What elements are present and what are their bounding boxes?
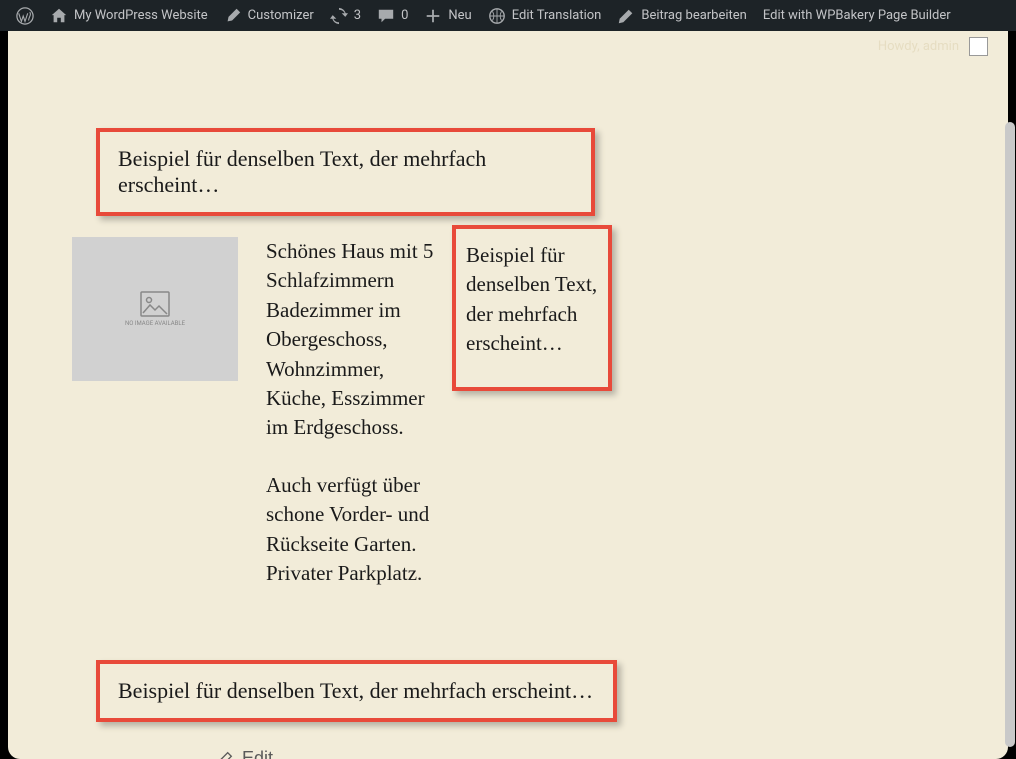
page-content: Howdy, admin Beispiel für denselben Text… (8, 31, 1008, 759)
highlight-box-right: Beispiel für denselben Text, der mehrfac… (452, 225, 612, 391)
plus-icon (424, 7, 442, 25)
customizer-label: Customizer (248, 8, 314, 23)
scrollbar[interactable] (1005, 122, 1015, 747)
edit-wpbakery-label: Edit with WPBakery Page Builder (763, 8, 951, 23)
site-name-label: My WordPress Website (74, 8, 208, 23)
pencil-icon (617, 7, 635, 25)
highlight-text-bottom: Beispiel für denselben Text, der mehrfac… (118, 678, 595, 704)
content-row: NO IMAGE AVAILABLE Schönes Haus mit 5 Sc… (72, 237, 436, 616)
body-paragraph-1: Schönes Haus mit 5 Schlafzimmern Badezim… (266, 237, 436, 443)
image-icon (140, 291, 170, 317)
comments-button[interactable]: 0 (369, 0, 416, 31)
body-column: Schönes Haus mit 5 Schlafzimmern Badezim… (266, 237, 436, 616)
edit-post-label: Beitrag bearbeiten (641, 8, 747, 23)
refresh-icon (330, 7, 348, 25)
highlight-box-bottom: Beispiel für denselben Text, der mehrfac… (96, 660, 617, 722)
edit-link[interactable]: Edit (216, 748, 273, 759)
new-label: Neu (448, 8, 471, 23)
edit-icon (216, 750, 234, 759)
edit-label: Edit (242, 748, 273, 759)
updates-button[interactable]: 3 (322, 0, 369, 31)
edit-translation-button[interactable]: Edit Translation (480, 0, 610, 31)
user-greeting: Howdy, admin (878, 39, 959, 54)
edit-wpbakery-button[interactable]: Edit with WPBakery Page Builder (755, 0, 959, 31)
edit-post-button[interactable]: Beitrag bearbeiten (609, 0, 755, 31)
wp-admin-bar: My WordPress Website Customizer 3 0 Neu … (0, 0, 1016, 31)
body-paragraph-2: Auch verfügt über schone Vorder- und Rüc… (266, 471, 436, 589)
comment-icon (377, 7, 395, 25)
customizer-button[interactable]: Customizer (216, 0, 322, 31)
highlight-text-top: Beispiel für denselben Text, der mehrfac… (118, 146, 573, 198)
edit-translation-label: Edit Translation (512, 8, 602, 23)
highlight-text-right: Beispiel für denselben Text, der mehrfac… (466, 241, 598, 359)
comments-count: 0 (401, 8, 408, 23)
site-name-button[interactable]: My WordPress Website (42, 0, 216, 31)
new-button[interactable]: Neu (416, 0, 479, 31)
user-menu[interactable]: Howdy, admin (878, 37, 988, 56)
avatar (969, 37, 988, 56)
image-placeholder: NO IMAGE AVAILABLE (72, 237, 238, 381)
brush-icon (224, 7, 242, 25)
wordpress-icon (16, 7, 34, 25)
home-icon (50, 7, 68, 25)
image-placeholder-label: NO IMAGE AVAILABLE (125, 321, 185, 328)
highlight-box-top: Beispiel für denselben Text, der mehrfac… (96, 128, 595, 216)
updates-count: 3 (354, 8, 361, 23)
wp-logo-button[interactable] (8, 0, 42, 31)
translate-icon (488, 7, 506, 25)
